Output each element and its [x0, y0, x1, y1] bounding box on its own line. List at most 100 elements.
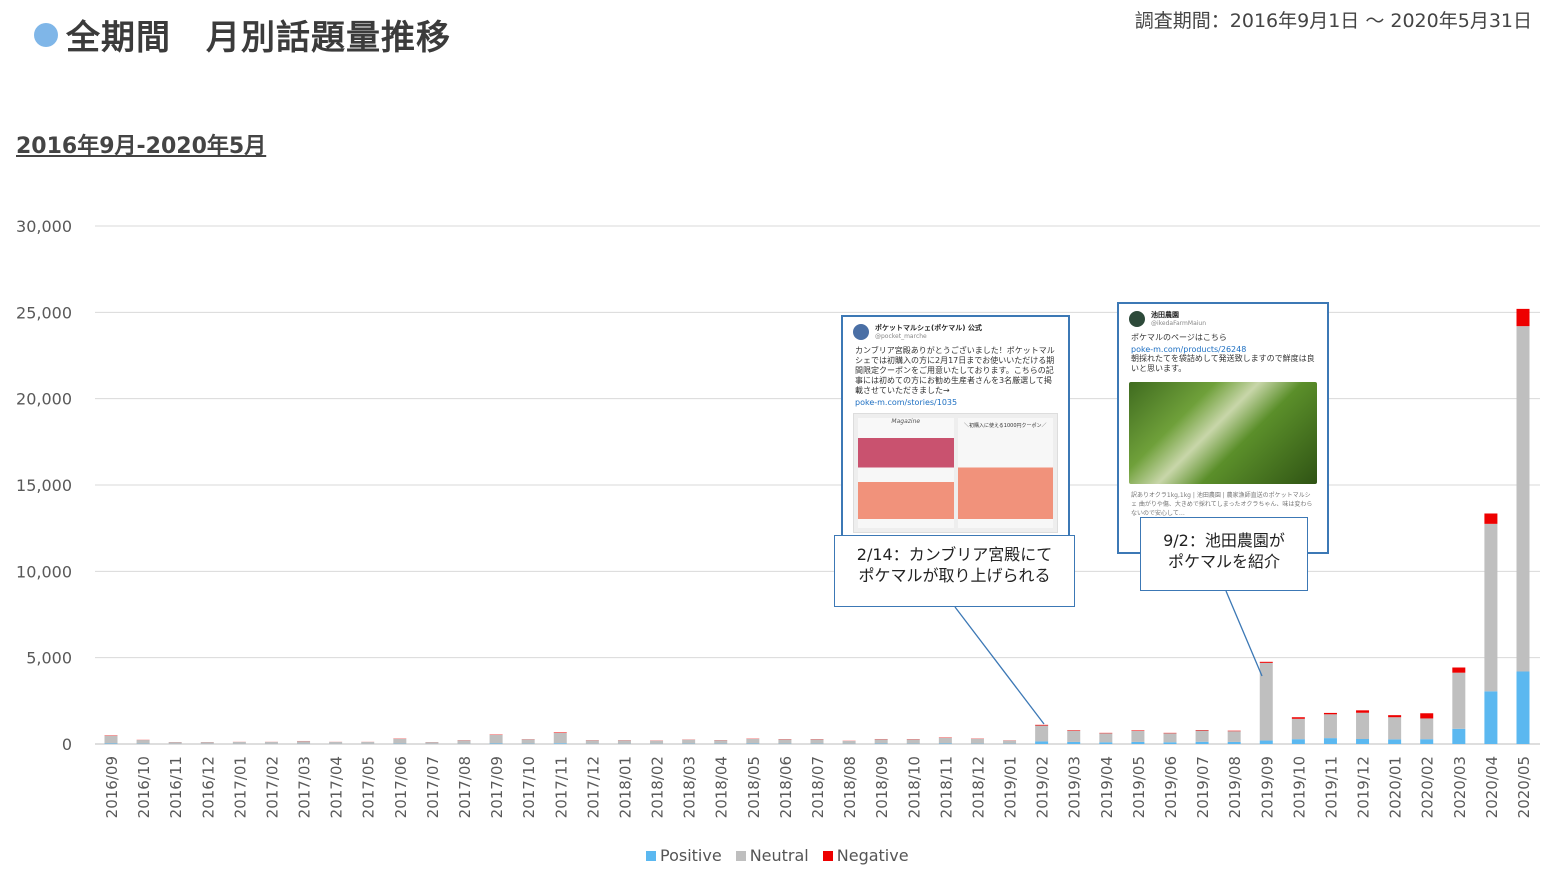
bar-segment-neutral	[1291, 718, 1305, 740]
bar-segment-neutral	[617, 740, 631, 744]
bar-segment-negative	[1291, 717, 1305, 719]
bar-segment-positive	[1099, 742, 1113, 744]
x-tick-label: 2019/10	[1290, 756, 1308, 818]
x-tick-label: 2020/05	[1515, 756, 1533, 818]
tweet-text: カンブリア宮殿ありがとうございました！ポケットマルシェでは初購入の方に2月17日…	[855, 346, 1055, 395]
tweet-card-pocket-marche: ポケットマルシェ(ポケマル) 公式 @pocket_marche カンブリア宮殿…	[841, 315, 1070, 539]
bar-segment-neutral	[1516, 326, 1530, 672]
avatar	[853, 323, 869, 340]
y-tick-label: 5,000	[26, 649, 72, 668]
bar-segment-positive	[938, 743, 952, 744]
tweet-header: 池田農園 @ikedaFarmMaiun	[1119, 304, 1327, 329]
x-tick-label: 2019/03	[1066, 756, 1084, 818]
bar-segment-neutral	[970, 738, 984, 744]
coupon-label: ＼初購入に使える1000円クーポン／	[963, 423, 1047, 429]
bar-segment-neutral	[200, 742, 214, 744]
bar-segment-negative	[553, 732, 567, 733]
annotation-ikeda: 9/2：池田農園が ポケマルを紹介	[1140, 517, 1308, 591]
bar-segment-positive	[1035, 741, 1049, 744]
tweet-author-name: ポケットマルシェ(ポケマル) 公式	[875, 324, 982, 332]
tweet-text: ポケマルのページはこちら	[1131, 333, 1227, 342]
x-tick-label: 2019/05	[1130, 756, 1148, 818]
bar-segment-neutral	[746, 738, 760, 744]
tweet-author-name: 池田農園	[1151, 311, 1179, 319]
legend-negative: Negative	[822, 846, 909, 865]
tweet-photo-okra	[1129, 382, 1317, 484]
x-tick-label: 2018/02	[649, 756, 667, 818]
bar-segment-neutral	[232, 741, 246, 744]
x-tick-label: 2017/10	[520, 756, 538, 818]
bar-segment-negative	[1452, 667, 1466, 673]
x-tick-label: 2019/12	[1355, 756, 1373, 818]
bar-segment-neutral	[1067, 730, 1081, 742]
x-tick-label: 2019/06	[1162, 756, 1180, 818]
bar-segment-positive	[104, 743, 118, 744]
annotation-cambria: 2/14：カンブリア宮殿にて ポケマルが取り上げられる	[834, 535, 1075, 607]
bar-segment-neutral	[938, 737, 952, 744]
bar-segment-neutral	[1163, 733, 1177, 743]
annotation-leader-line	[954, 606, 1045, 725]
x-tick-label: 2019/01	[1002, 756, 1020, 818]
tweet-link[interactable]: poke-m.com/stories/1035	[843, 398, 1068, 407]
x-tick-label: 2017/12	[584, 756, 602, 818]
x-tick-label: 2020/02	[1419, 756, 1437, 818]
magazine-label: Magazine	[891, 418, 921, 425]
bar-segment-neutral	[1227, 731, 1241, 742]
x-tick-label: 2017/02	[263, 756, 281, 818]
bar-segment-neutral	[361, 741, 375, 744]
x-tick-label: 2018/07	[809, 756, 827, 818]
x-tick-label: 2017/09	[488, 756, 506, 818]
bar-segment-neutral	[585, 740, 599, 744]
x-tick-label: 2016/12	[199, 756, 217, 818]
x-tick-label: 2019/09	[1258, 756, 1276, 818]
y-tick-label: 20,000	[16, 390, 72, 409]
x-tick-label: 2018/06	[777, 756, 795, 818]
bar-segment-neutral	[329, 741, 343, 744]
bar-segment-neutral	[104, 735, 118, 744]
bar-segment-positive	[1067, 741, 1081, 744]
tweet-link[interactable]: poke-m.com/products/26248	[1119, 345, 1327, 354]
bar-segment-positive	[1516, 671, 1530, 744]
x-tick-label: 2017/06	[392, 756, 410, 818]
legend-positive: Positive	[646, 846, 722, 865]
bar-segment-positive	[1227, 741, 1241, 744]
annotation-cambria-line2: ポケマルが取り上げられる	[858, 566, 1051, 585]
tweet-media-card: Magazine ＼初購入に使える1000円クーポン／	[853, 413, 1058, 533]
bar-segment-neutral	[1388, 717, 1402, 740]
x-tick-label: 2016/10	[135, 756, 153, 818]
bar-segment-positive	[1163, 742, 1177, 744]
tweet-footer: 訳ありオクラ1kg,1kg | 池田農園 | 農家漁師直送のポケットマルシェ 曲…	[1131, 492, 1313, 517]
bar-segment-neutral	[682, 739, 696, 744]
bar-segment-neutral	[1356, 712, 1370, 739]
bar-segment-neutral	[168, 742, 182, 744]
bar-segment-neutral	[1035, 725, 1049, 742]
bar-segment-neutral	[1195, 730, 1209, 742]
bar-segment-neutral	[1420, 718, 1434, 740]
x-tick-label: 2018/12	[969, 756, 987, 818]
x-tick-label: 2020/01	[1387, 756, 1405, 818]
bar-segment-positive	[1452, 728, 1466, 744]
tweet-author-handle: @ikedaFarmMaiun	[1151, 320, 1207, 327]
bar-segment-neutral	[521, 739, 535, 744]
bar-segment-neutral	[297, 741, 311, 744]
x-tick-label: 2020/03	[1451, 756, 1469, 818]
x-tick-label: 2018/09	[873, 756, 891, 818]
bar-segment-neutral	[393, 738, 407, 744]
bar-segment-negative	[1259, 661, 1273, 663]
annotation-ikeda-line1: 9/2：池田農園が	[1163, 531, 1285, 550]
legend-negative-swatch	[822, 850, 833, 861]
avatar	[1129, 310, 1145, 327]
x-tick-label: 2017/08	[456, 756, 474, 818]
tweet-media-magazine: Magazine	[858, 418, 954, 528]
bar-segment-negative	[1035, 724, 1049, 726]
x-tick-label: 2019/04	[1098, 756, 1116, 818]
bar-segment-negative	[1388, 715, 1402, 718]
bar-segment-negative	[1067, 730, 1081, 731]
x-tick-label: 2020/04	[1483, 756, 1501, 818]
bar-segment-neutral	[842, 740, 856, 744]
bar-segment-neutral	[778, 739, 792, 744]
x-tick-label: 2018/03	[681, 756, 699, 818]
bar-segment-positive	[1388, 739, 1402, 744]
legend-neutral: Neutral	[735, 846, 809, 865]
legend-positive-label: Positive	[660, 846, 722, 865]
